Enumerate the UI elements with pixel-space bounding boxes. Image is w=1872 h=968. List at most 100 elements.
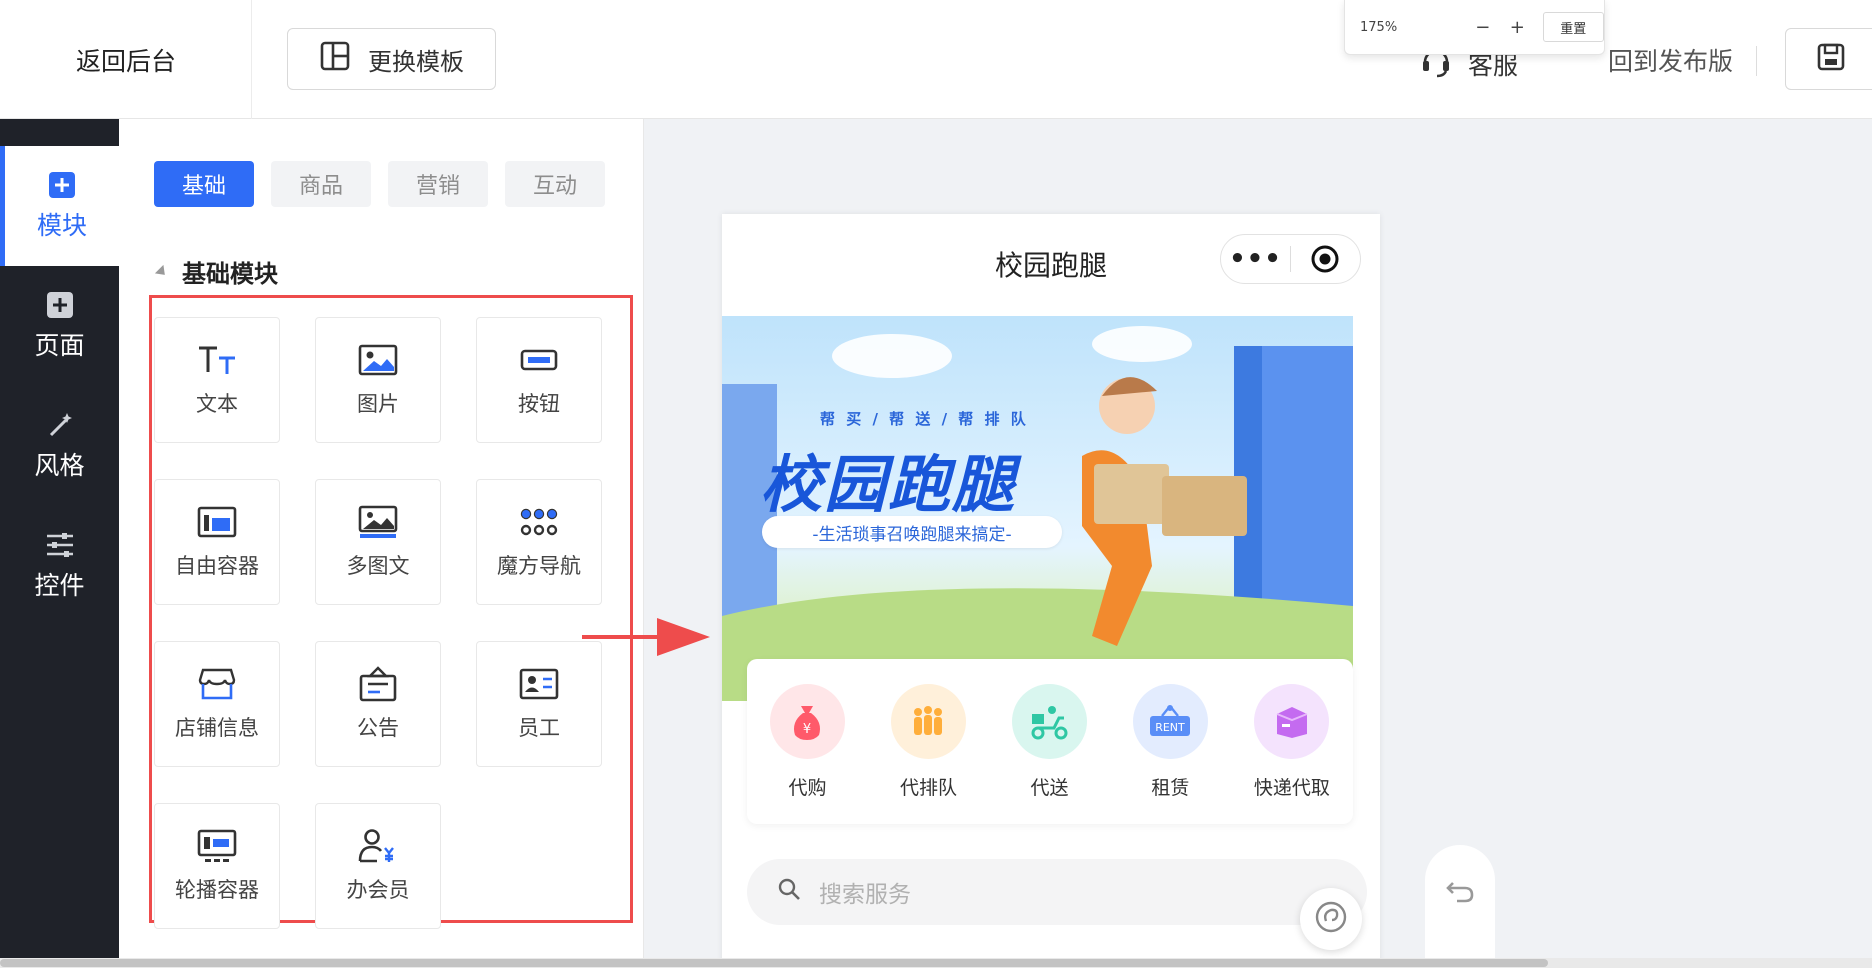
zoom-popover: 175% − + 重置 <box>1344 0 1605 55</box>
shop-icon <box>196 666 238 702</box>
module-label: 按钮 <box>518 392 560 416</box>
module-label: 店铺信息 <box>175 716 259 740</box>
divider <box>1756 46 1757 76</box>
service-label: 租赁 <box>1151 777 1190 799</box>
svg-text:RENT: RENT <box>1156 721 1186 734</box>
module-image[interactable]: 图片 <box>315 317 441 443</box>
save-icon <box>1816 42 1846 76</box>
module-free-container[interactable]: 自由容器 <box>154 479 280 605</box>
service-nav: ¥ 代购 代排队 代送 RENT 租赁 快递代取 <box>747 659 1353 824</box>
hero-banner[interactable]: 帮 买 / 帮 送 / 帮 排 队 校园跑腿 -生活琐事召唤跑腿来搞定- <box>722 316 1353 701</box>
nav-item-style[interactable]: 风格 <box>0 386 119 506</box>
mini-program-capsule: ••• <box>1220 234 1361 284</box>
banner-slogan: -生活琐事召唤跑腿来搞定- <box>762 516 1062 548</box>
module-label: 公告 <box>357 716 399 740</box>
nav-item-controls[interactable]: 控件 <box>0 506 119 626</box>
module-notice[interactable]: 公告 <box>315 641 441 767</box>
container-icon <box>196 504 238 540</box>
staff-card-icon <box>518 666 560 702</box>
horizontal-scrollbar[interactable] <box>0 958 1872 968</box>
service-rent[interactable]: RENT 租赁 <box>1132 684 1208 824</box>
plus-square-icon <box>47 170 77 200</box>
search-placeholder: 搜索服务 <box>819 882 911 908</box>
module-label: 魔方导航 <box>497 554 581 578</box>
close-target-icon[interactable] <box>1291 244 1360 274</box>
module-category-tabs: 基础 商品 营销 互动 <box>154 161 606 207</box>
service-label: 代购 <box>788 777 827 799</box>
more-icon[interactable]: ••• <box>1221 244 1290 274</box>
zoom-out-button[interactable]: − <box>1465 17 1500 38</box>
zoom-in-button[interactable]: + <box>1500 17 1535 38</box>
service-delivery[interactable]: 代送 <box>1011 684 1087 824</box>
service-express-pickup[interactable]: 快递代取 <box>1254 684 1330 824</box>
back-to-admin-link[interactable]: 返回后台 <box>76 42 176 78</box>
collapse-triangle-icon <box>154 264 170 279</box>
service-label: 代送 <box>1030 777 1069 799</box>
side-toolbar <box>1425 845 1495 968</box>
layout-icon <box>320 41 350 77</box>
back-to-published-link[interactable]: 回到发布版 <box>1608 42 1733 78</box>
module-grid: 文本 图片 按钮 自由容器 多图文 魔方导航 店铺信息 公告 员工 轮播容器 办… <box>154 317 602 929</box>
text-icon <box>196 342 238 378</box>
module-membership[interactable]: 办会员 <box>315 803 441 929</box>
service-label: 快递代取 <box>1253 777 1330 799</box>
service-purchase[interactable]: ¥ 代购 <box>769 684 845 824</box>
tab-products[interactable]: 商品 <box>271 161 372 207</box>
section-title: 基础模块 <box>182 260 278 288</box>
tab-basic[interactable]: 基础 <box>154 161 255 207</box>
button-icon <box>518 342 560 378</box>
magic-wand-icon <box>45 410 75 440</box>
undo-icon[interactable] <box>1445 877 1475 968</box>
money-bag-icon: ¥ <box>769 684 845 759</box>
nav-item-label: 风格 <box>34 451 85 480</box>
tab-marketing[interactable]: 营销 <box>388 161 489 207</box>
divider <box>251 0 252 119</box>
svg-text:¥: ¥ <box>803 722 811 737</box>
multi-image-icon <box>357 504 399 540</box>
module-cube-nav[interactable]: 魔方导航 <box>476 479 602 605</box>
module-carousel[interactable]: 轮播容器 <box>154 803 280 929</box>
search-icon <box>777 877 801 907</box>
nav-item-label: 控件 <box>34 571 85 600</box>
floating-link-button[interactable] <box>1300 888 1362 950</box>
module-label: 自由容器 <box>175 554 259 578</box>
change-template-label: 更换模板 <box>368 47 464 76</box>
banner-title: 校园跑腿 <box>760 448 1017 521</box>
image-icon <box>357 342 399 378</box>
zoom-level: 175% <box>1360 19 1398 35</box>
link-icon <box>1313 899 1349 939</box>
change-template-button[interactable]: 更换模板 <box>287 28 496 90</box>
notice-icon <box>357 666 399 702</box>
rent-sign-icon: RENT <box>1132 684 1208 759</box>
nav-item-label: 页面 <box>34 331 85 360</box>
sliders-icon <box>45 530 75 560</box>
package-box-icon <box>1254 684 1330 759</box>
service-label: 代排队 <box>899 777 957 799</box>
module-shop-info[interactable]: 店铺信息 <box>154 641 280 767</box>
grid-nav-icon <box>518 504 560 540</box>
service-search-bar[interactable]: 搜索服务 <box>747 859 1367 925</box>
module-panel: 基础 商品 营销 互动 基础模块 文本 图片 按钮 自由容器 多图文 魔方导航 … <box>119 119 644 968</box>
red-arrow-icon <box>582 618 710 656</box>
carousel-icon <box>196 828 238 864</box>
zoom-reset-button[interactable]: 重置 <box>1542 12 1604 42</box>
nav-item-page[interactable]: 页面 <box>0 266 119 386</box>
section-header[interactable]: 基础模块 <box>154 254 278 289</box>
scrollbar-thumb[interactable] <box>0 959 1548 967</box>
service-queue[interactable]: 代排队 <box>890 684 966 824</box>
left-navigation: 模块 页面 风格 控件 <box>0 119 119 968</box>
tab-interaction[interactable]: 互动 <box>505 161 606 207</box>
module-label: 办会员 <box>346 878 410 902</box>
module-label: 文本 <box>196 392 238 416</box>
module-button[interactable]: 按钮 <box>476 317 602 443</box>
save-button[interactable] <box>1785 28 1872 90</box>
delivery-scooter-icon <box>1011 684 1087 759</box>
nav-item-modules[interactable]: 模块 <box>0 146 119 266</box>
module-multi-image-text[interactable]: 多图文 <box>315 479 441 605</box>
module-text[interactable]: 文本 <box>154 317 280 443</box>
module-label: 员工 <box>518 716 560 740</box>
module-label: 图片 <box>357 392 399 416</box>
nav-item-label: 模块 <box>36 211 87 240</box>
module-label: 轮播容器 <box>175 878 259 902</box>
member-icon <box>357 828 399 864</box>
